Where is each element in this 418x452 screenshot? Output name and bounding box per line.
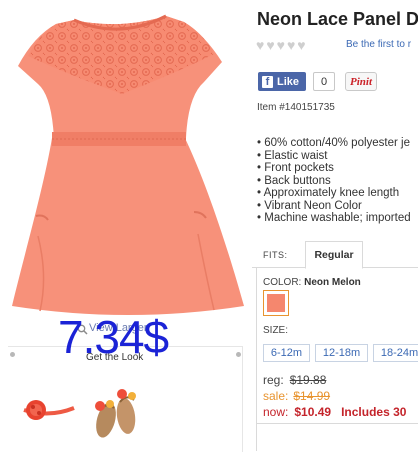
includes-discount: Includes 30 [341,405,407,419]
feature-list: 60% cotton/40% polyester je Elastic wais… [257,137,411,225]
heart-icon[interactable]: ♥ [287,38,295,52]
color-label: COLOR: Neon Melon [263,277,361,288]
now-price: now: $10.49 Includes 30 [263,405,406,419]
price-divider [256,423,418,424]
heart-icon[interactable]: ♥ [277,38,285,52]
carousel-dot[interactable] [236,352,241,357]
reg-value: $19.88 [289,373,327,387]
sale-label: sale: [263,389,289,403]
now-label: now: [263,405,289,419]
regular-price: reg: $19.88 [263,373,326,387]
size-button[interactable]: 18-24m [373,344,418,362]
pin-label: Pinit [350,75,373,88]
heart-icon[interactable]: ♥ [266,38,274,52]
item-number: Item #140151735 [257,102,335,113]
size-button[interactable]: 6-12m [263,344,310,362]
feature-item: Approximately knee length [257,187,411,200]
product-title: Neon Lace Panel D [257,9,418,29]
sale-value: $14.99 [293,389,331,403]
facebook-like-button[interactable]: f Like [258,72,307,91]
product-image[interactable] [8,6,246,318]
facebook-icon: f [262,75,273,88]
heart-icon[interactable]: ♥ [256,38,264,52]
color-swatch-neon-melon[interactable] [263,290,289,316]
fits-label: FITS: [263,250,288,260]
sandals-thumbnail[interactable] [88,380,148,440]
rating-hearts[interactable]: ♥ ♥ ♥ ♥ ♥ [256,38,306,52]
carousel-dot[interactable] [10,352,15,357]
pinterest-pin-button[interactable]: Pinit [345,72,378,91]
color-label-text: COLOR: [263,277,302,288]
headband-thumbnail[interactable] [20,388,78,428]
write-review-link[interactable]: Be the first to r [346,39,411,50]
like-label: Like [277,75,300,88]
sale-price: sale: $14.99 [263,389,330,403]
feature-item: Back buttons [257,175,411,188]
reg-label: reg: [263,373,284,387]
price-overlay-text: 7.34$ [58,311,169,363]
now-value: $10.49 [294,405,332,419]
feature-item: Machine washable; imported [257,212,410,225]
heart-icon[interactable]: ♥ [297,38,305,52]
feature-item: 60% cotton/40% polyester je [257,137,411,150]
feature-item: Elastic waist [257,150,411,163]
feature-item: Vibrant Neon Color [257,200,411,213]
selected-color-name: Neon Melon [304,277,361,288]
tab-regular[interactable]: Regular [305,241,363,269]
like-count: 0 [313,72,335,91]
size-button[interactable]: 12-18m [315,344,368,362]
feature-item: Front pockets [257,162,411,175]
size-label: SIZE: [263,325,289,336]
